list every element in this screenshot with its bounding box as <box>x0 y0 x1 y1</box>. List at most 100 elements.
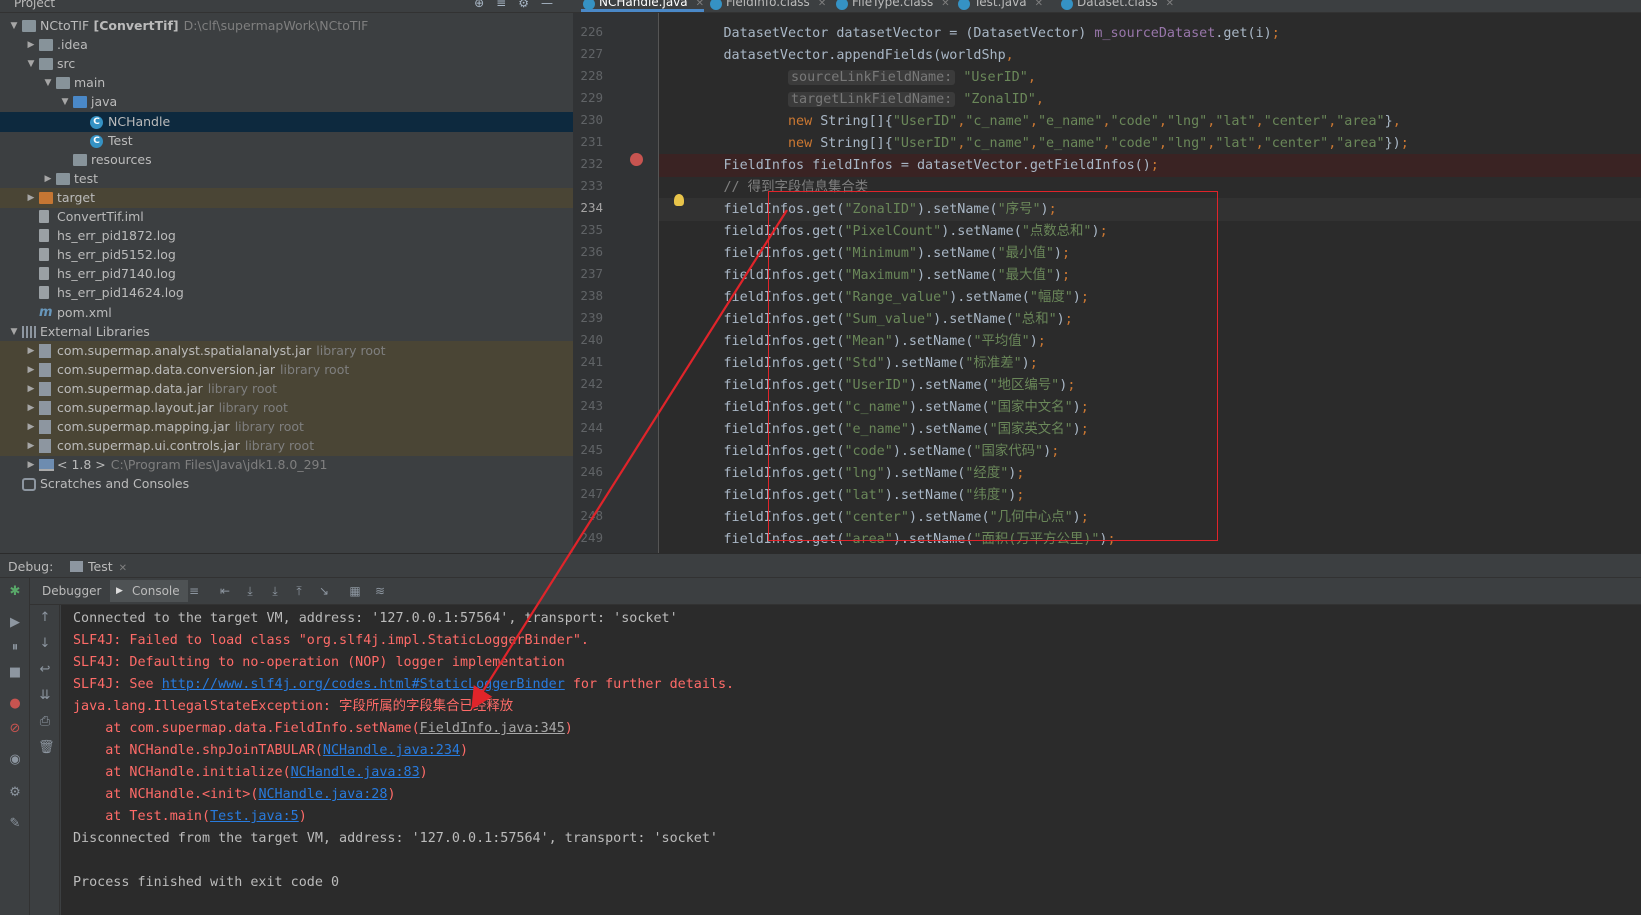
tree-item[interactable]: hs_err_pid7140.log <box>0 264 573 284</box>
evaluate-icon[interactable]: ▦ <box>348 585 362 597</box>
console-link[interactable]: http://www.slf4j.org/codes.html#StaticLo… <box>162 677 565 692</box>
collapsed-arrow-icon[interactable]: ▶ <box>25 398 37 418</box>
tree-item-label: com.supermap.ui.controls.jar library root <box>57 436 314 456</box>
mute-breakpoints-icon[interactable]: ⊘ <box>8 722 22 736</box>
expanded-arrow-icon[interactable]: ▼ <box>42 73 54 93</box>
code-line[interactable]: new String[]{"UserID","c_name","e_name",… <box>659 110 1641 133</box>
expanded-arrow-icon[interactable]: ▼ <box>8 16 20 36</box>
tree-item[interactable]: ▶ com.supermap.data.conversion.jar library… <box>0 359 573 380</box>
tree-item[interactable]: ▶ com.supermap.data.jar library root <box>0 378 573 399</box>
collapsed-arrow-icon[interactable]: ▶ <box>42 169 54 189</box>
show-execution-point-icon[interactable]: ⇤ <box>218 585 232 597</box>
tree-item[interactable]: ▼ src <box>0 54 573 74</box>
code-line[interactable]: sourceLinkFieldName: "UserID", <box>659 66 1641 89</box>
debug-session-tab[interactable]: Test ✕ <box>70 559 127 574</box>
code-line[interactable]: DatasetVector datasetVector = (DatasetVe… <box>659 22 1641 45</box>
expanded-arrow-icon[interactable]: ▼ <box>59 92 71 112</box>
debugger-tab[interactable]: Debugger <box>42 584 101 598</box>
tree-item[interactable]: ConvertTif.iml <box>0 207 573 227</box>
breakpoint-icon[interactable] <box>630 153 643 166</box>
collapsed-arrow-icon[interactable]: ▶ <box>25 360 37 380</box>
tree-item[interactable]: hs_err_pid14624.log <box>0 283 573 303</box>
resume-icon[interactable]: ▶ <box>8 616 22 630</box>
console-link[interactable]: NCHandle.java:234 <box>323 743 460 758</box>
console-link[interactable]: NCHandle.java:83 <box>291 765 420 780</box>
project-toolbar-icons[interactable]: ⊕≡⚙— <box>474 0 565 10</box>
tree-item[interactable]: ▶ com.supermap.layout.jar library root <box>0 398 573 418</box>
console-tab[interactable]: Console <box>110 580 188 602</box>
collapsed-arrow-icon[interactable]: ▶ <box>25 417 37 437</box>
editor-tab[interactable]: Dataset.class ✕ <box>1059 0 1174 12</box>
tree-item[interactable]: ▶ < 1.8 > C:\Program Files\Java\jdk1.8.0_2… <box>0 455 573 475</box>
tree-item[interactable]: hs_err_pid5152.log <box>0 245 573 265</box>
tree-item[interactable]: ▶ com.supermap.ui.controls.jar library roo… <box>0 436 573 457</box>
tree-item[interactable]: hs_err_pid1872.log <box>0 226 573 246</box>
editor-tab[interactable]: FieldInfo.class ✕ <box>708 0 826 12</box>
collapsed-arrow-icon[interactable]: ▶ <box>25 35 37 55</box>
collapsed-arrow-icon[interactable]: ▶ <box>25 455 37 475</box>
code-line[interactable]: FieldInfos fieldInfos = datasetVector.ge… <box>659 154 1641 177</box>
tree-item[interactable]: ▼ main <box>0 73 573 93</box>
tree-item[interactable]: ▼ NCtoTIF [ConvertTif] D:\clf\supermapWork… <box>0 16 573 36</box>
code-line[interactable]: new String[]{"UserID","c_name","e_name",… <box>659 132 1641 155</box>
editor-tab[interactable]: FileType.class ✕ <box>834 0 950 12</box>
camera-icon[interactable]: ◉ <box>8 753 22 767</box>
tree-item[interactable]: ▶ target <box>0 187 573 208</box>
collapsed-arrow-icon[interactable]: ▶ <box>25 188 37 208</box>
line-number: 240 <box>580 332 603 347</box>
settings-icon[interactable]: ⚙ <box>8 786 22 800</box>
print-icon[interactable]: ⎙ <box>38 715 52 729</box>
expanded-arrow-icon[interactable]: ▼ <box>25 54 37 74</box>
close-icon[interactable]: ✕ <box>696 0 704 9</box>
console-link[interactable]: FieldInfo.java:345 <box>420 721 565 736</box>
step-over-icon[interactable]: ⤓ <box>243 585 257 597</box>
close-icon[interactable]: ✕ <box>1166 0 1174 9</box>
collapsed-arrow-icon[interactable]: ▶ <box>25 436 37 456</box>
tree-item[interactable]: resources <box>0 150 573 170</box>
tree-item[interactable]: C Test <box>0 131 573 151</box>
down-arrow-icon[interactable]: ↓ <box>38 637 52 651</box>
expanded-arrow-icon[interactable]: ▼ <box>8 322 20 342</box>
soft-wrap-icon[interactable]: ↩ <box>38 663 52 677</box>
lightbulb-icon[interactable] <box>674 194 684 206</box>
code-line[interactable]: datasetVector.appendFields(worldShp, <box>659 44 1641 67</box>
project-title[interactable]: Project <box>14 0 55 10</box>
collapsed-arrow-icon[interactable]: ▶ <box>25 341 37 361</box>
console-link[interactable]: Test.java:5 <box>210 809 299 824</box>
pin-icon[interactable]: ✎ <box>8 817 22 831</box>
close-icon[interactable]: ✕ <box>941 0 949 9</box>
close-icon[interactable]: ✕ <box>119 563 127 574</box>
close-icon[interactable]: ✕ <box>818 0 826 9</box>
stop-icon[interactable]: ■ <box>8 666 22 680</box>
console-output[interactable]: Connected to the target VM, address: '12… <box>61 605 1641 915</box>
tree-item[interactable]: Scratches and Consoles <box>0 474 573 494</box>
tree-item[interactable]: m pom.xml <box>0 303 573 323</box>
menu-icon[interactable]: ≡ <box>187 585 201 597</box>
up-arrow-icon[interactable]: ↑ <box>38 611 52 625</box>
tree-item[interactable]: ▶ .idea <box>0 35 573 55</box>
editor-gutter[interactable]: 226 227 228 229 230 231 232 233 234 235 236 237 238 2… <box>573 13 658 553</box>
editor-tab[interactable]: Test.java ✕ <box>956 0 1043 12</box>
tree-item[interactable]: ▶ test <box>0 169 573 189</box>
editor-tab[interactable]: NCHandle.java ✕ <box>581 0 705 12</box>
run-to-cursor-icon[interactable]: ↘ <box>317 585 331 597</box>
tree-item[interactable]: ▼ java <box>0 92 573 112</box>
tree-item[interactable]: ▶ com.supermap.analyst.spatialanalyst.jar… <box>0 340 573 361</box>
console-line: SLF4J: Failed to load class "org.slf4j.i… <box>73 633 589 648</box>
line-number: 236 <box>580 244 603 259</box>
tree-item[interactable]: ▼ External Libraries <box>0 322 573 342</box>
tree-item[interactable]: ▶ com.supermap.mapping.jar library root <box>0 417 573 438</box>
pause-icon[interactable]: ⏸ <box>8 641 22 655</box>
scroll-to-end-icon[interactable]: ⇊ <box>38 689 52 703</box>
collapsed-arrow-icon[interactable]: ▶ <box>25 379 37 399</box>
trash-icon[interactable]: 🗑 <box>38 741 55 755</box>
console-link[interactable]: NCHandle.java:28 <box>258 787 387 802</box>
step-out-icon[interactable]: ⤒ <box>292 585 306 597</box>
code-line[interactable]: targetLinkFieldName: "ZonalID", <box>659 88 1641 111</box>
view-breakpoints-icon[interactable]: ● <box>8 697 22 711</box>
tree-item[interactable]: C NCHandle <box>0 111 573 132</box>
debug-bug-icon[interactable]: ✱ <box>8 585 22 599</box>
step-into-icon[interactable]: ⤓ <box>268 585 282 597</box>
trace-icon[interactable]: ≋ <box>373 585 387 597</box>
close-icon[interactable]: ✕ <box>1035 0 1043 9</box>
